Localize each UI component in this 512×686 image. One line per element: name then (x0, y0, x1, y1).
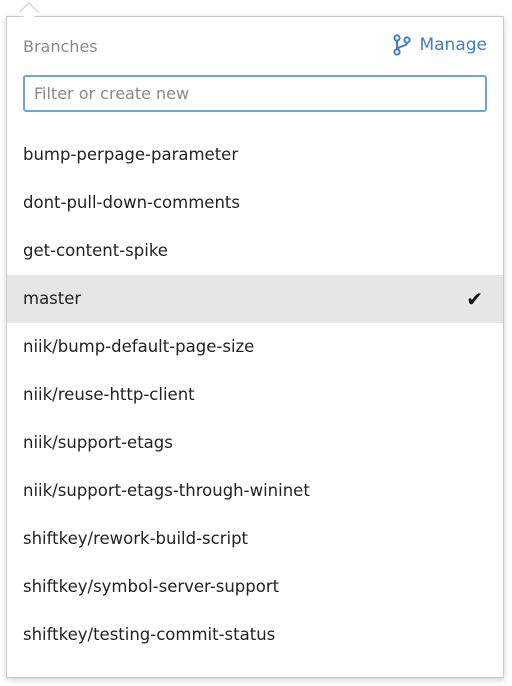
branch-name: get-content-spike (23, 241, 168, 260)
branch-name: bump-perpage-parameter (23, 145, 239, 164)
branch-item[interactable]: bump-perpage-parameter (7, 131, 503, 179)
popover-title: Branches (23, 37, 98, 56)
branch-item[interactable]: shiftkey/rework-build-script (7, 515, 503, 563)
branch-item[interactable]: niik/reuse-http-client (7, 371, 503, 419)
manage-button[interactable]: Manage (393, 34, 487, 56)
branch-list: bump-perpage-parameter dont-pull-down-com… (7, 131, 503, 659)
branch-item[interactable]: master ✔ (7, 275, 503, 323)
branch-item[interactable]: dont-pull-down-comments (7, 179, 503, 227)
checkmark-icon: ✔ (466, 287, 483, 311)
branch-item[interactable]: shiftkey/symbol-server-support (7, 563, 503, 611)
manage-label: Manage (419, 35, 487, 55)
popover-header: Branches Manage (7, 17, 503, 73)
git-branch-icon (393, 34, 412, 56)
branch-name: niik/reuse-http-client (23, 385, 195, 404)
branch-name: shiftkey/rework-build-script (23, 529, 249, 548)
branch-item[interactable]: niik/support-etags (7, 419, 503, 467)
branch-name: shiftkey/symbol-server-support (23, 577, 280, 596)
branch-name: niik/support-etags-through-wininet (23, 481, 310, 500)
branch-item[interactable]: niik/support-etags-through-wininet (7, 467, 503, 515)
branch-name: niik/support-etags (23, 433, 173, 452)
branch-item[interactable]: niik/bump-default-page-size (7, 323, 503, 371)
branch-name: dont-pull-down-comments (23, 193, 240, 212)
branch-name: master (23, 289, 82, 308)
branch-item[interactable]: get-content-spike (7, 227, 503, 275)
branch-name: niik/bump-default-page-size (23, 337, 255, 356)
branch-item[interactable]: shiftkey/testing-commit-status (7, 611, 503, 659)
branch-filter-input[interactable] (23, 75, 487, 112)
branch-name: shiftkey/testing-commit-status (23, 625, 276, 644)
branches-popover: Branches Manage bump-perpage-parameter do… (6, 16, 504, 678)
